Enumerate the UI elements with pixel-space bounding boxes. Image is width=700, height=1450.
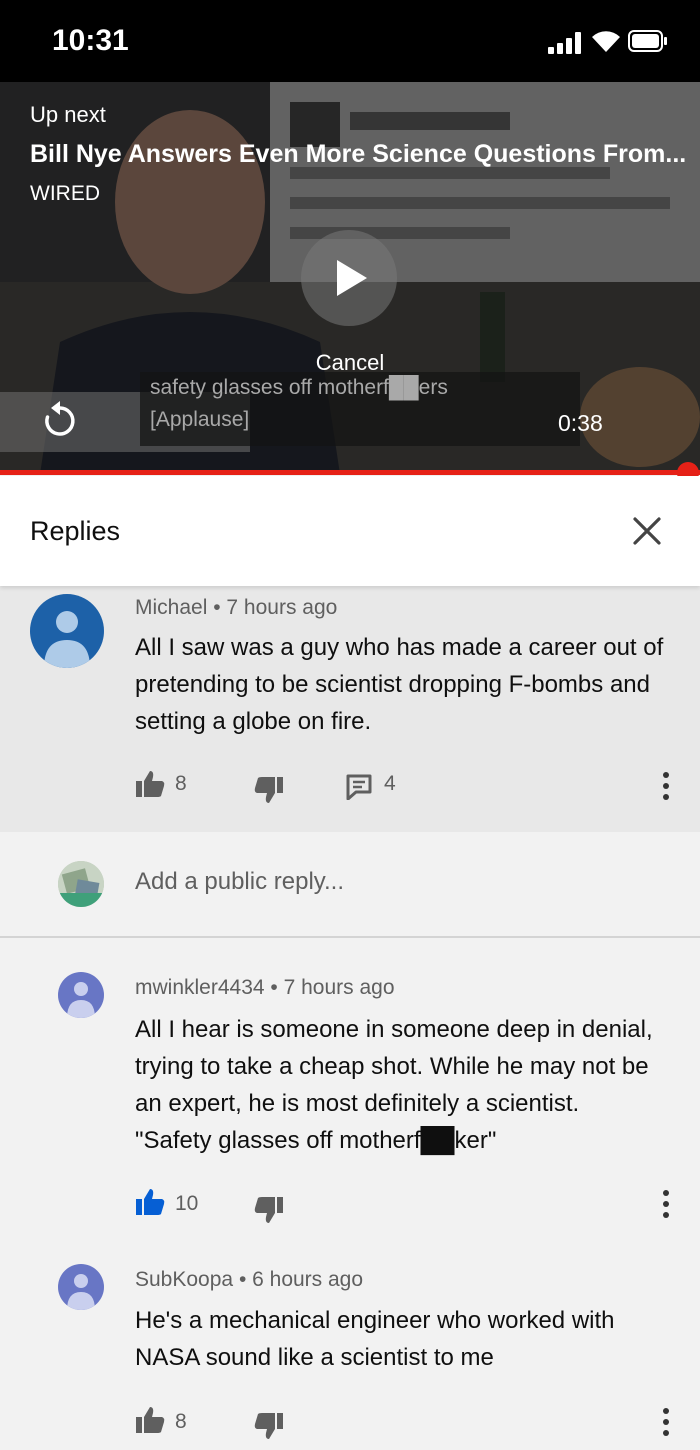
default-avatar-icon (44, 611, 90, 668)
thumb-up-icon[interactable] (135, 770, 165, 798)
up-next-channel: WIRED (30, 182, 100, 205)
default-avatar-icon (67, 1274, 95, 1310)
reply-item: mwinkler4434 • 7 hours ago All I hear is… (0, 936, 700, 1256)
countdown-time: 0:38 (558, 410, 603, 436)
reply-item: SubKoopa • 6 hours ago He's a mechanical… (0, 1256, 700, 1450)
wifi-icon (592, 31, 620, 52)
reply-count: 4 (384, 772, 396, 795)
captions-box: safety glasses off motherf██ers [Applaus… (140, 372, 580, 446)
comment-author[interactable]: Michael (135, 596, 207, 619)
thumb-up-icon[interactable] (135, 1406, 165, 1434)
comment-meta: Michael • 7 hours ago (135, 596, 337, 620)
avatar[interactable] (58, 1264, 104, 1310)
avatar[interactable] (30, 594, 104, 668)
play-icon (337, 260, 367, 296)
thumb-down-icon[interactable] (254, 1412, 284, 1440)
progress-bar[interactable] (0, 470, 700, 475)
comment-time: 7 hours ago (283, 976, 395, 999)
meta-separator: • (213, 596, 227, 619)
up-next-label: Up next (30, 102, 106, 127)
replies-header: Replies (0, 476, 700, 586)
add-reply-row (0, 832, 700, 938)
comment-meta: mwinkler4434 • 7 hours ago (135, 976, 395, 1000)
caption-line-2: [Applause] (150, 408, 250, 431)
comment-text: All I saw was a guy who has made a caree… (135, 634, 664, 735)
more-vert-icon[interactable] (662, 1408, 670, 1436)
thumb-down-icon[interactable] (254, 776, 284, 804)
my-avatar (58, 861, 104, 907)
like-count: 10 (175, 1192, 199, 1215)
replay-icon[interactable] (40, 400, 80, 440)
status-time: 10:31 (52, 24, 129, 57)
thumb-down-icon[interactable] (254, 1196, 284, 1224)
user-avatar-image (58, 861, 104, 907)
up-next-title[interactable]: Bill Nye Answers Even More Science Quest… (30, 140, 686, 169)
comment-icon[interactable] (346, 774, 372, 800)
like-count: 8 (175, 772, 187, 795)
replies-title: Replies (30, 516, 121, 546)
comment-meta: SubKoopa • 6 hours ago (135, 1268, 363, 1292)
status-bar: 10:31 (0, 0, 700, 82)
comment-time: 6 hours ago (252, 1268, 364, 1291)
more-vert-icon[interactable] (662, 772, 670, 800)
comment-author[interactable]: SubKoopa (135, 1268, 233, 1291)
caption-line-1: safety glasses off motherf██ers (150, 376, 448, 399)
play-button[interactable] (301, 230, 397, 326)
video-player[interactable]: Up next Bill Nye Answers Even More Scien… (0, 82, 700, 474)
comment-author[interactable]: mwinkler4434 (135, 976, 265, 999)
more-vert-icon[interactable] (662, 1190, 670, 1218)
avatar[interactable] (58, 972, 104, 1018)
battery-icon (628, 30, 667, 52)
default-avatar-icon (67, 982, 95, 1018)
comment-time: 7 hours ago (226, 596, 338, 619)
thumb-up-icon[interactable] (135, 1188, 165, 1216)
comment-text: All I hear is someone in someone deep in… (135, 1016, 653, 1154)
reply-input[interactable] (135, 868, 635, 896)
like-count: 8 (175, 1410, 187, 1433)
parent-comment: Michael • 7 hours ago All I saw was a gu… (0, 586, 700, 832)
cellular-signal-icon (548, 32, 582, 54)
close-icon[interactable] (632, 516, 662, 546)
meta-separator: • (270, 976, 284, 999)
comment-text: He's a mechanical engineer who worked wi… (135, 1307, 615, 1371)
meta-separator: • (238, 1268, 253, 1291)
